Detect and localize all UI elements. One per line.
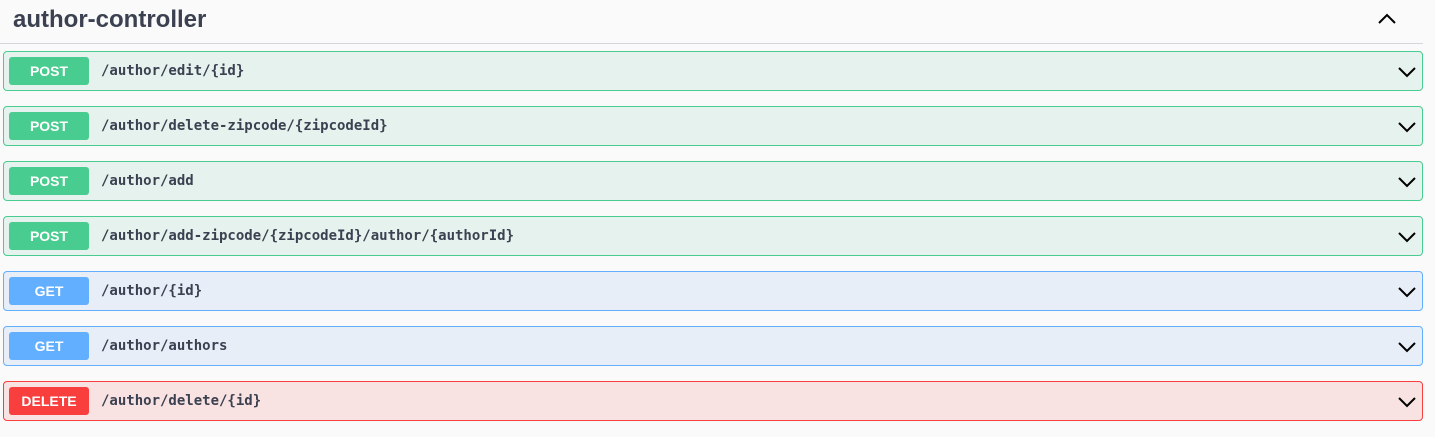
operation-post-author-edit[interactable]: POST /author/edit/{id} [3,51,1423,91]
method-badge: POST [9,222,89,250]
expand-button[interactable] [1396,391,1418,413]
chevron-down-icon [1398,122,1416,133]
section-title[interactable]: author-controller [13,5,206,35]
operation-path[interactable]: /author/authors [101,338,227,354]
expand-button[interactable] [1396,336,1418,358]
method-badge: POST [9,57,89,85]
operation-path[interactable]: /author/delete/{id} [101,393,261,409]
method-badge: POST [9,167,89,195]
chevron-down-icon [1398,177,1416,188]
chevron-up-icon [1378,13,1396,24]
expand-button[interactable] [1396,226,1418,248]
chevron-down-icon [1398,397,1416,408]
method-badge: GET [9,277,89,305]
operation-delete-author[interactable]: DELETE /author/delete/{id} [3,381,1423,421]
operation-path[interactable]: /author/edit/{id} [101,63,244,79]
operation-path[interactable]: /author/delete-zipcode/{zipcodeId} [101,118,388,134]
operation-path[interactable]: /author/{id} [101,283,202,299]
chevron-down-icon [1398,342,1416,353]
chevron-down-icon [1398,67,1416,78]
expand-button[interactable] [1396,61,1418,83]
operation-path[interactable]: /author/add [101,173,194,189]
method-badge: GET [9,332,89,360]
section-header[interactable]: author-controller [0,0,1423,44]
operations-list: POST /author/edit/{id} POST /author/dele… [3,51,1423,436]
operation-path[interactable]: /author/add-zipcode/{zipcodeId}/author/{… [101,228,514,244]
operation-get-author-authors[interactable]: GET /author/authors [3,326,1423,366]
operation-post-author-add-zipcode[interactable]: POST /author/add-zipcode/{zipcodeId}/aut… [3,216,1423,256]
chevron-down-icon [1398,232,1416,243]
expand-button[interactable] [1396,116,1418,138]
collapse-button[interactable] [1372,6,1402,32]
operation-get-author-id[interactable]: GET /author/{id} [3,271,1423,311]
operation-post-author-delete-zipcode[interactable]: POST /author/delete-zipcode/{zipcodeId} [3,106,1423,146]
expand-button[interactable] [1396,171,1418,193]
author-controller-section: author-controller POST /author/edit/{id}… [0,0,1435,437]
method-badge: POST [9,112,89,140]
expand-button[interactable] [1396,281,1418,303]
method-badge: DELETE [9,387,89,415]
operation-post-author-add[interactable]: POST /author/add [3,161,1423,201]
chevron-down-icon [1398,287,1416,298]
